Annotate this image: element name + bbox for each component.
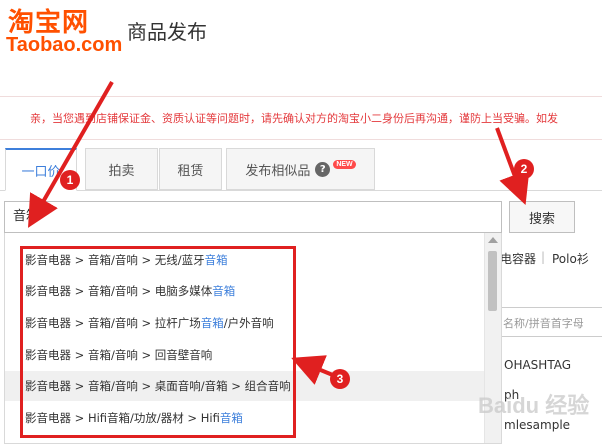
baidu-watermark: Baidu 经验 xyxy=(478,393,590,418)
annotation-badge-2: 2 xyxy=(514,159,534,179)
annotation-arrows xyxy=(28,81,530,385)
arrow-2 xyxy=(495,127,530,206)
arrow-1 xyxy=(28,81,114,228)
annotation-badge-3: 3 xyxy=(330,369,350,389)
annotation-badge-1: 1 xyxy=(60,170,80,190)
